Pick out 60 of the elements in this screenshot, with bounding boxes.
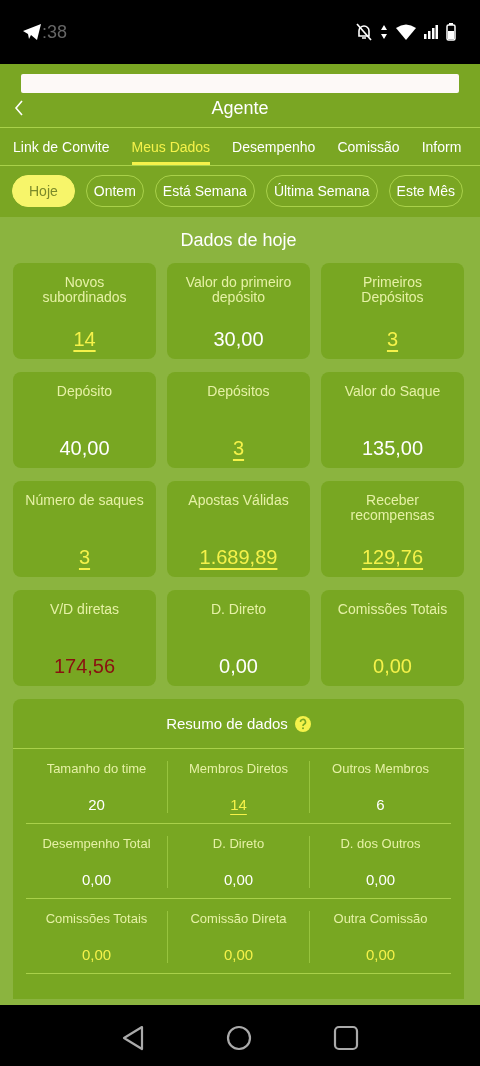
value-link[interactable]: 14 bbox=[73, 328, 96, 350]
summary-label: Outros Membros bbox=[332, 761, 429, 776]
summary-label: Membros Diretos bbox=[189, 761, 288, 776]
stat-value: 0,00 bbox=[223, 871, 254, 888]
data-arrows-icon bbox=[380, 24, 388, 40]
value-link[interactable]: 14 bbox=[230, 796, 247, 813]
status-time: :38 bbox=[42, 21, 68, 43]
summary-title: Resumo de dados bbox=[166, 715, 288, 732]
stat-label: Comissões Totais bbox=[337, 602, 448, 617]
tab[interactable]: Comissão bbox=[337, 128, 400, 165]
value-link[interactable]: 3 bbox=[232, 437, 245, 459]
value-link[interactable]: 3 bbox=[78, 546, 91, 568]
stat-label: D. Direto bbox=[210, 602, 267, 617]
stat-value: 174,56 bbox=[53, 655, 116, 677]
tab[interactable]: Link de Convite bbox=[13, 128, 110, 165]
section-title: Dados de hoje bbox=[179, 229, 298, 252]
tab[interactable]: Inform bbox=[421, 128, 462, 165]
back-icon[interactable] bbox=[120, 1025, 145, 1051]
recents-icon[interactable] bbox=[333, 1025, 360, 1051]
home-icon[interactable] bbox=[226, 1025, 252, 1051]
stat-value: 0,00 bbox=[223, 946, 254, 963]
stat-value: 30,00 bbox=[213, 328, 264, 350]
stat-label: Número de saques bbox=[25, 493, 144, 508]
battery-icon bbox=[446, 23, 456, 41]
stat-value: 0,00 bbox=[365, 946, 396, 963]
page-title: Agente bbox=[211, 97, 269, 119]
value-link[interactable]: 129,76 bbox=[361, 546, 424, 568]
stat-label: Novos subordinados bbox=[41, 275, 128, 305]
summary-label: D. Direto bbox=[212, 836, 265, 851]
stat-label: V/D diretas bbox=[49, 602, 120, 617]
wifi-icon bbox=[396, 24, 416, 40]
paper-plane-icon bbox=[22, 23, 42, 41]
tab[interactable]: Desempenho bbox=[232, 128, 316, 165]
stat-label: Primeiros Depósitos bbox=[360, 275, 425, 305]
summary-label: Desempenho Total bbox=[42, 836, 151, 851]
stat-label: Depósito bbox=[56, 384, 113, 399]
stat-value: 0,00 bbox=[373, 655, 412, 677]
summary-label: Outra Comissão bbox=[333, 911, 428, 926]
stat-value: 0,00 bbox=[81, 946, 112, 963]
value-link[interactable]: 3 bbox=[386, 328, 399, 350]
summary-label: Comissões Totais bbox=[45, 911, 148, 926]
summary-label: Tamanho do time bbox=[46, 761, 147, 776]
signal-icon bbox=[424, 25, 438, 39]
period-chip[interactable]: Hoje bbox=[12, 175, 75, 207]
stat-value: 0,00 bbox=[365, 871, 396, 888]
stat-label: Depósitos bbox=[207, 384, 270, 399]
stat-value: 6 bbox=[376, 796, 385, 813]
stat-value: 0,00 bbox=[81, 871, 112, 888]
stat-value: 0,00 bbox=[219, 655, 258, 677]
stat-label: Valor do primeiro depósito bbox=[184, 275, 293, 305]
summary-label: D. dos Outros bbox=[340, 836, 421, 851]
stat-label: Receber recompensas bbox=[349, 493, 436, 523]
summary-label: Comissão Direta bbox=[190, 911, 287, 926]
stat-value: 20 bbox=[88, 796, 105, 813]
bell-off-icon bbox=[356, 23, 372, 41]
stat-label: Valor do Saque bbox=[344, 384, 441, 399]
stat-value: 40,00 bbox=[59, 437, 110, 459]
stat-label: Apostas Válidas bbox=[188, 493, 289, 508]
value-link[interactable]: 1.689,89 bbox=[199, 546, 278, 568]
stat-value: 135,00 bbox=[361, 437, 424, 459]
